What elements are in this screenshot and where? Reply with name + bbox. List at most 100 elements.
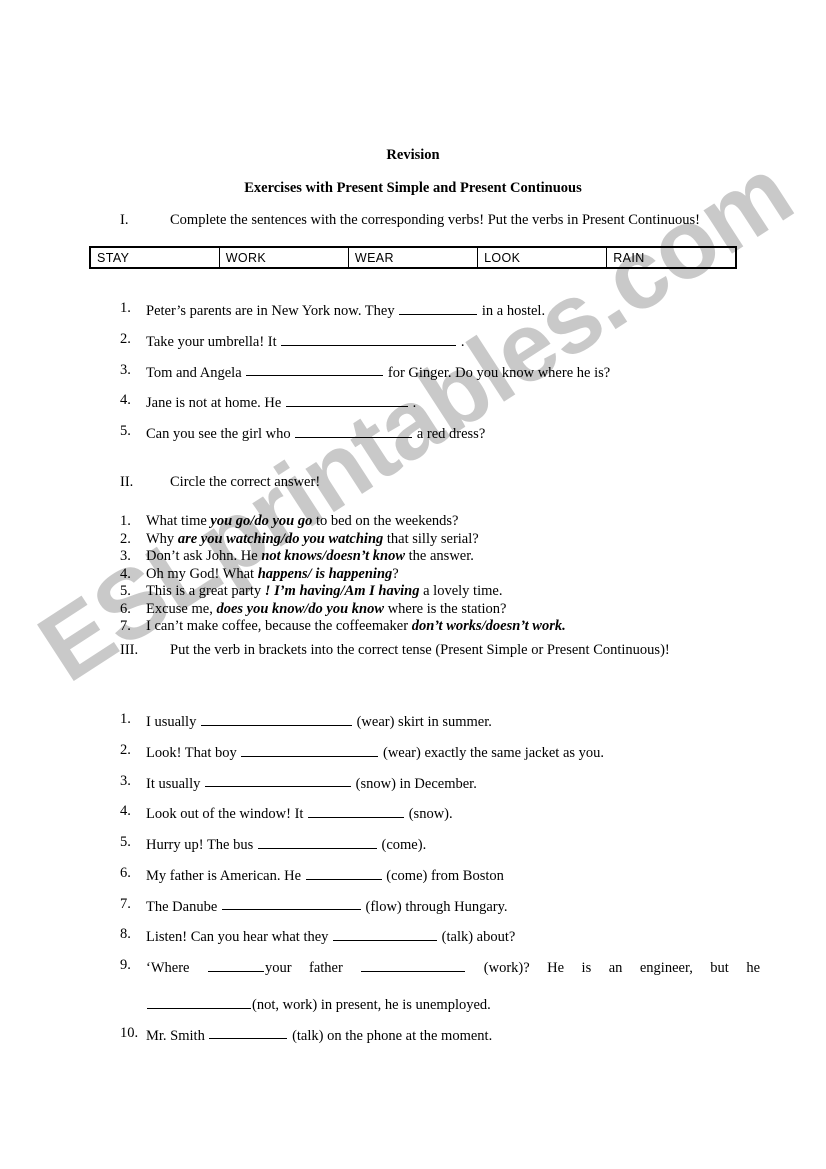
- answer-blank[interactable]: [246, 362, 384, 377]
- item-text-after: in a hostel.: [478, 302, 546, 319]
- item-text-before: Listen! Can you hear what they: [146, 929, 333, 946]
- section-3-numeral: III.: [120, 642, 139, 658]
- list-item: 1. Peter’s parents are in New York now. T…: [120, 300, 760, 320]
- item-number: 5.: [120, 423, 131, 440]
- answer-blank[interactable]: [399, 300, 478, 315]
- list-item: 5. Can you see the girl who a red dress?: [120, 423, 760, 443]
- answer-blank[interactable]: [281, 331, 457, 346]
- item-text-after: that silly serial?: [383, 530, 479, 547]
- item-number: 7.: [120, 618, 131, 634]
- item-text-before: Look out of the window! It: [146, 806, 308, 823]
- section-1-instruction: Complete the sentences with the correspo…: [170, 212, 700, 228]
- item-number: 1.: [120, 300, 131, 316]
- item-text-before: Take your umbrella! It: [146, 333, 281, 350]
- item-text-after: (snow).: [405, 806, 453, 823]
- answer-choice-pair[interactable]: don’t works/doesn’t work.: [412, 618, 566, 634]
- list-item: 4. Oh my God! What happens/ is happening?: [120, 566, 760, 584]
- item-number: 2.: [120, 530, 131, 547]
- item-number: 6.: [120, 600, 131, 617]
- list-item: 8. Listen! Can you hear what they (talk) …: [120, 926, 760, 946]
- item-text-after: a lovely time.: [419, 583, 503, 599]
- item-text-after: (come).: [377, 836, 427, 853]
- item-text-before: The Danube: [146, 898, 221, 915]
- item-text-after: (snow) in December.: [352, 775, 477, 792]
- page-subtitle: Exercises with Present Simple and Presen…: [244, 180, 582, 196]
- item-number: 1.: [120, 513, 131, 529]
- word-bank-cell-0: STAY: [89, 246, 220, 269]
- item-text-after: (talk) about?: [438, 929, 516, 946]
- answer-choice-pair[interactable]: happens/ is happening: [258, 566, 393, 582]
- item-number: 4.: [120, 392, 131, 409]
- list-item: 7. The Danube (flow) through Hungary.: [120, 896, 760, 916]
- answer-blank[interactable]: [361, 957, 466, 972]
- item-text-before: It usually: [146, 775, 204, 792]
- list-item: 6. My father is American. He (come) from …: [120, 865, 760, 885]
- item-text-before: This is a great party: [146, 583, 265, 599]
- item-text-before: Tom and Angela: [146, 364, 246, 381]
- answer-blank[interactable]: [241, 742, 379, 757]
- page-title: Revision: [386, 147, 440, 163]
- answer-choice-pair[interactable]: ! I’m having/Am I having: [265, 583, 420, 599]
- section-2-numeral: II.: [120, 474, 134, 490]
- item-text-before: Can you see the girl who: [146, 425, 295, 442]
- item-number: 2.: [120, 330, 131, 347]
- item-text-before: Look! That boy: [146, 744, 241, 761]
- list-item: 4. Jane is not at home. He .: [120, 392, 760, 412]
- item-text-after: a red dress?: [413, 425, 486, 442]
- answer-blank[interactable]: [333, 926, 438, 942]
- item-text-after: the answer.: [405, 548, 474, 564]
- item-text-before: ‘Where: [146, 959, 207, 976]
- item-text-after: (wear) exactly the same jacket as you.: [379, 744, 605, 761]
- list-item: 1. What time you go/do you go to bed on t…: [120, 513, 760, 531]
- list-item: 3. Tom and Angela for Ginger. Do you know…: [120, 362, 760, 382]
- answer-choice-pair[interactable]: does you know/do you know: [216, 601, 384, 617]
- item-text-mid: your father: [264, 959, 361, 976]
- list-item: 1. I usually (wear) skirt in summer.: [120, 711, 760, 731]
- item-number: 6.: [120, 864, 131, 881]
- item-number: 4.: [120, 565, 131, 582]
- section-1-heading: I. Complete the sentences with the corres…: [120, 212, 760, 229]
- item-number: 1.: [120, 711, 131, 727]
- section-2-instruction: Circle the correct answer!: [170, 474, 321, 490]
- item-text-before: Mr. Smith: [146, 1027, 209, 1044]
- answer-blank[interactable]: [200, 711, 352, 726]
- answer-blank[interactable]: [285, 392, 408, 408]
- list-item: 2. Look! That boy (wear) exactly the same…: [120, 742, 760, 762]
- word-bank-cell-2: WEAR: [347, 246, 479, 269]
- item-text-after: ?: [392, 565, 399, 582]
- item-number: 7.: [120, 895, 131, 912]
- item-number: 4.: [120, 803, 131, 820]
- answer-blank[interactable]: [308, 803, 405, 819]
- answer-blank[interactable]: [147, 994, 251, 1009]
- item-number: 8.: [120, 926, 131, 943]
- answer-choice-pair[interactable]: are you watching/do you watching: [178, 531, 383, 547]
- section-1-item-list: 1. Peter’s parents are in New York now. T…: [120, 300, 760, 454]
- item-text-after: (wear) skirt in summer.: [352, 713, 492, 730]
- worksheet-page: Revision Exercises with Present Simple a…: [0, 0, 826, 1169]
- answer-blank[interactable]: [221, 896, 361, 911]
- word-bank-table: STAY WORK WEAR LOOK RAIN: [89, 246, 737, 269]
- item-number: 3.: [120, 361, 131, 378]
- answer-blank[interactable]: [207, 957, 264, 972]
- item-text-after: (talk) on the phone at the moment.: [288, 1027, 493, 1044]
- list-item: 5. Hurry up! The bus (come).: [120, 834, 760, 854]
- answer-choice-pair[interactable]: you go/do you go: [210, 513, 312, 529]
- answer-blank[interactable]: [305, 865, 382, 880]
- answer-blank[interactable]: [205, 773, 351, 788]
- answer-choice-pair[interactable]: not knows/doesn’t know: [261, 548, 405, 564]
- list-item: 3. Don’t ask John. He not knows/doesn’t k…: [120, 548, 760, 566]
- table-row: STAY WORK WEAR LOOK RAIN: [89, 246, 737, 269]
- answer-blank[interactable]: [295, 423, 413, 438]
- item-text-after: (not, work) in present, he is unemployed…: [252, 996, 491, 1013]
- answer-blank[interactable]: [209, 1025, 288, 1040]
- section-1-numeral: I.: [120, 212, 129, 228]
- item-text-before: I can’t make coffee, because the coffeem…: [146, 618, 412, 634]
- item-text-before: Excuse me,: [146, 600, 217, 617]
- item-text-before: I usually: [146, 713, 200, 730]
- item-text-before: Why: [146, 530, 178, 547]
- word-bank-cell-3: LOOK: [477, 246, 608, 269]
- list-item: 7. I can’t make coffee, because the coffe…: [120, 618, 760, 636]
- answer-blank[interactable]: [257, 834, 377, 849]
- section-3-instruction: Put the verb in brackets into the correc…: [170, 642, 670, 658]
- item-text-after: (come) from Boston: [382, 867, 504, 884]
